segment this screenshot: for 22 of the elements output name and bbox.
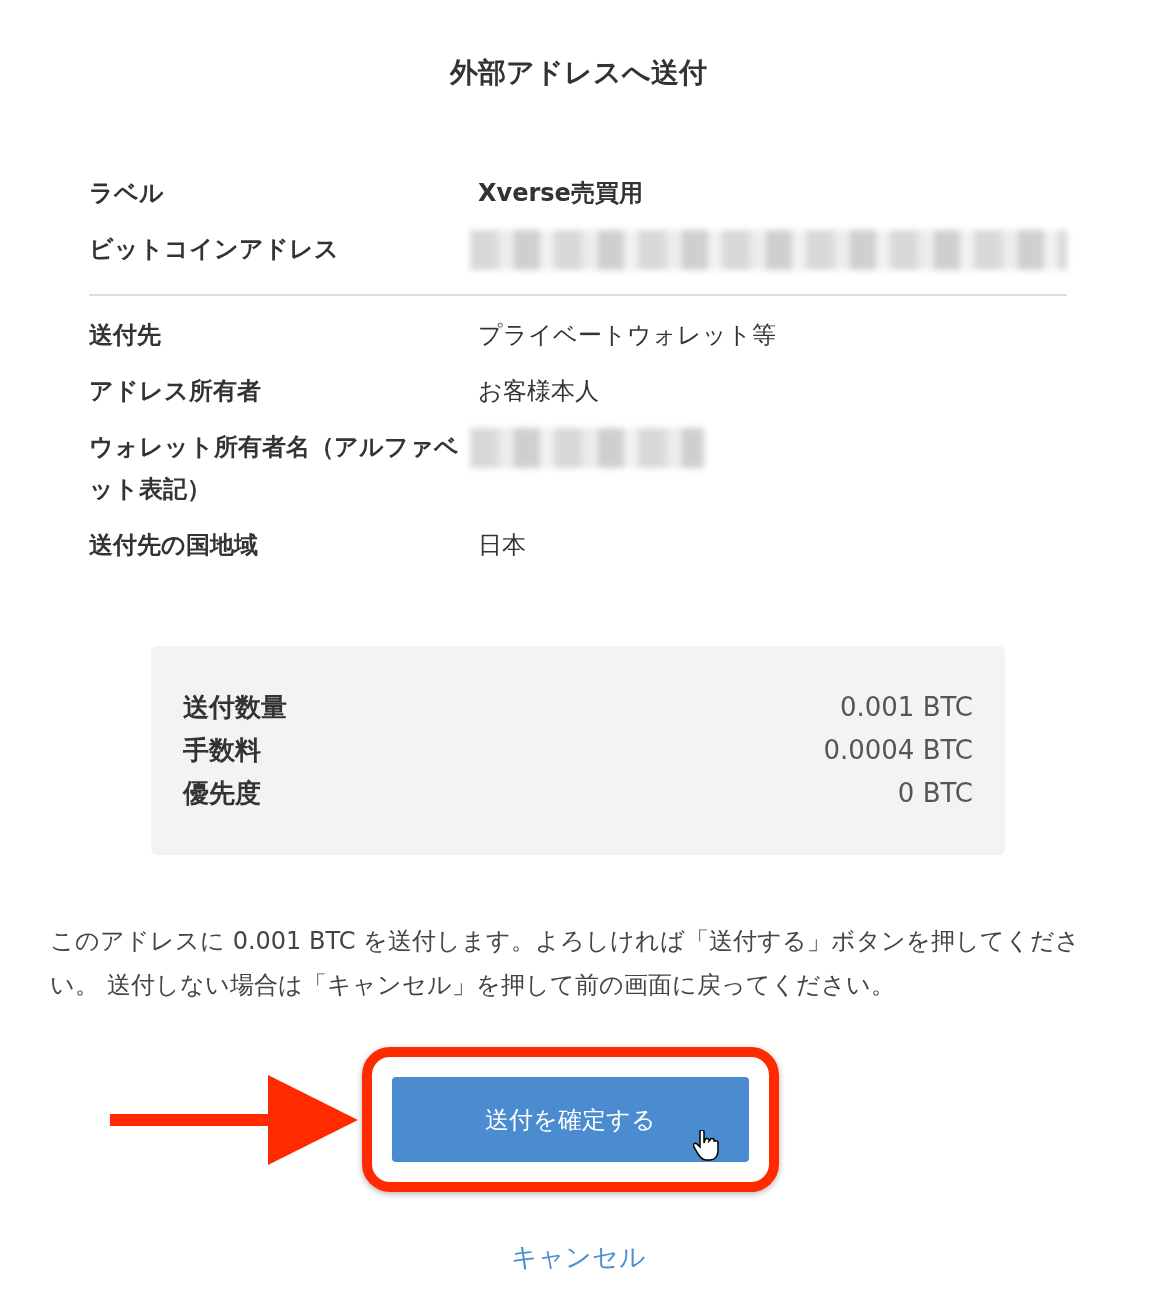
- detail-label: ラベル: [89, 178, 165, 209]
- detail-label: ウォレット所有者名（アルファベット表記）: [89, 432, 460, 505]
- confirmation-message: このアドレスに 0.001 BTC を送付します。よろしければ「送付する」ボタンを押してください。 送付しない場合は「キャンセル」を押して前の画面に戻ってください。: [50, 926, 1082, 1001]
- detail-label: アドレス所有者: [89, 376, 262, 407]
- detail-value: お客様本人: [478, 376, 599, 407]
- summary-value: 0.001 BTC: [839, 691, 973, 724]
- detail-label: ビットコインアドレス: [89, 234, 340, 265]
- confirm-button[interactable]: 送付を確定する: [392, 1077, 749, 1162]
- detail-label: 送付先の国地域: [89, 530, 259, 561]
- pointer-hand-icon: [693, 1130, 719, 1162]
- summary-value: 0.0004 BTC: [823, 734, 973, 767]
- summary-label: 送付数量: [183, 691, 287, 724]
- page-title: 外部アドレスへ送付: [449, 55, 707, 91]
- cancel-link[interactable]: キャンセル: [510, 1240, 646, 1275]
- summary-label: 優先度: [183, 777, 261, 810]
- summary-value: 0 BTC: [897, 777, 973, 810]
- summary-label: 手数料: [183, 734, 261, 767]
- detail-value: プライベートウォレット等: [478, 320, 776, 351]
- detail-value: 日本: [478, 530, 526, 561]
- detail-label: 送付先: [89, 320, 162, 351]
- detail-value: Xverse売買用: [478, 178, 643, 209]
- arrow-icon: [110, 1074, 358, 1165]
